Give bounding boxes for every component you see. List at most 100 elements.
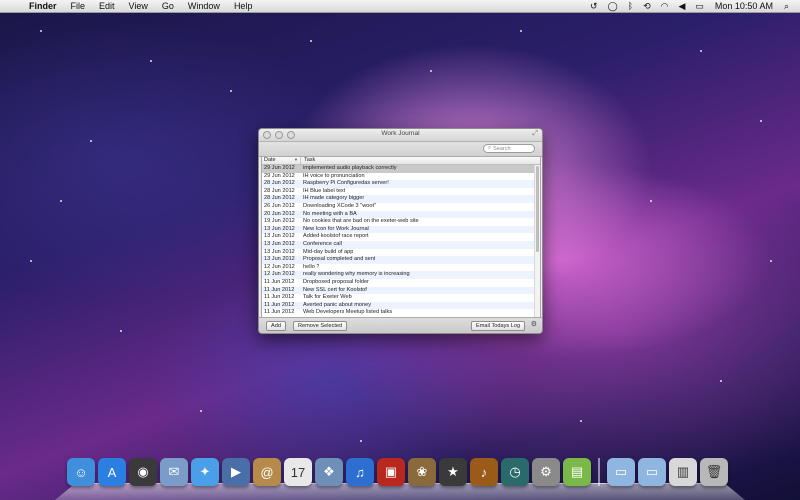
row-task: Talk for Exeter Web xyxy=(303,294,352,301)
table-row[interactable]: 28 Jun 2012 IH made category bigger xyxy=(262,195,540,203)
downloads-stack-icon[interactable]: ▥ xyxy=(669,458,697,486)
column-header-task[interactable]: Task xyxy=(301,157,315,164)
row-task: Conference call xyxy=(303,240,342,247)
row-date: 11 Jun 2012 xyxy=(264,309,295,316)
table-header: Date ▼ Task xyxy=(262,157,540,165)
iphoto-icon[interactable]: ❀ xyxy=(408,458,436,486)
add-button[interactable]: Add xyxy=(266,321,286,331)
vertical-scrollbar[interactable] xyxy=(534,165,540,317)
app-store-icon[interactable]: A xyxy=(98,458,126,486)
row-task: IH voice to pronunciation xyxy=(303,172,365,179)
menu-edit[interactable]: Edit xyxy=(92,1,122,11)
row-date: 12 Jun 2012 xyxy=(264,263,295,270)
itunes-icon[interactable]: ♫ xyxy=(346,458,374,486)
table-row[interactable]: 12 Jun 2012 hello ? xyxy=(262,264,540,272)
dashboard-icon[interactable]: ◉ xyxy=(129,458,157,486)
row-date: 13 Jun 2012 xyxy=(264,233,295,240)
row-date: 12 Jun 2012 xyxy=(264,271,295,278)
menu-clock[interactable]: Mon 10:50 AM xyxy=(709,1,779,11)
table-row[interactable]: 13 Jun 2012 Proposal completed and sent xyxy=(262,256,540,264)
menu-help[interactable]: Help xyxy=(227,1,260,11)
imovie-icon[interactable]: ★ xyxy=(439,458,467,486)
bluetooth-icon[interactable]: ᛒ xyxy=(623,1,638,11)
table-row[interactable]: 20 Jun 2012 No meeting with a BA xyxy=(262,210,540,219)
row-date: 11 Jun 2012 xyxy=(264,286,295,293)
table-row[interactable]: 13 Jun 2012 Mid-day build of app xyxy=(262,249,540,257)
finder-icon[interactable]: ☺ xyxy=(67,458,95,486)
dock-separator xyxy=(598,458,600,486)
table-row[interactable]: 13 Jun 2012 Conference call xyxy=(262,240,540,249)
email-todays-log-button[interactable]: Email Todays Log xyxy=(471,321,526,331)
row-task: really wondering why memory is increasin… xyxy=(303,271,410,278)
sort-descending-icon: ▼ xyxy=(294,157,298,162)
work-journal-icon[interactable]: ▤ xyxy=(563,458,591,486)
row-task: Raspberry Pi Configuredas server! xyxy=(303,180,389,187)
row-task: Proposal completed and sent xyxy=(303,256,376,263)
table-row[interactable]: 11 Jun 2012 Dropboxed proposal folder xyxy=(262,279,540,287)
table-row[interactable]: 11 Jun 2012 Averted panic about money xyxy=(262,301,540,310)
volume-icon[interactable]: ◀ xyxy=(673,1,690,12)
row-task: IH Blue label text xyxy=(303,187,346,194)
applications-folder-icon[interactable]: ▭ xyxy=(607,458,635,486)
preview-icon[interactable]: ❖ xyxy=(315,458,343,486)
row-task: Mid-day build of app xyxy=(303,248,354,255)
table-row[interactable]: 28 Jun 2012 Raspberry Pi Configuredas ser… xyxy=(262,180,540,188)
window-titlebar[interactable]: Work Journal ⤢ xyxy=(259,129,542,142)
table-row[interactable]: 11 Jun 2012 Web Developers Meetup listed … xyxy=(262,309,540,317)
wifi-icon[interactable]: ◠ xyxy=(656,1,674,12)
row-date: 13 Jun 2012 xyxy=(264,248,295,255)
table-row[interactable]: 13 Jun 2012 Added koolstof race report xyxy=(262,233,540,241)
menu-go[interactable]: Go xyxy=(155,1,181,11)
table-row[interactable]: 28 Jun 2012 IH Blue label text xyxy=(262,188,540,196)
row-task: implemented audio playback correctly xyxy=(303,165,397,171)
time-machine-icon[interactable]: ↺ xyxy=(585,1,603,12)
column-header-date[interactable]: Date ▼ xyxy=(262,157,301,164)
table-row[interactable]: 29 Jun 2012 implemented audio playback co… xyxy=(262,165,540,173)
time-machine-icon[interactable]: ◷ xyxy=(501,458,529,486)
menu-view[interactable]: View xyxy=(122,1,155,11)
row-task: Downloading XCode 3 "woot" xyxy=(303,202,377,209)
menu-app-name[interactable]: Finder xyxy=(22,1,64,11)
work-journal-window: Work Journal ⤢ ⌕ Search Date ▼ Task 29 J… xyxy=(258,128,543,334)
search-input[interactable]: ⌕ Search xyxy=(483,144,535,153)
table-row[interactable]: 11 Jun 2012 New SSL cert for Koolstof xyxy=(262,286,540,295)
garageband-icon[interactable]: ♪ xyxy=(470,458,498,486)
row-task: Web Developers Meetup listed talks xyxy=(303,309,393,316)
mail-icon[interactable]: ✉ xyxy=(160,458,188,486)
safari-icon[interactable]: ✦ xyxy=(191,458,219,486)
scrollbar-thumb[interactable] xyxy=(536,166,539,252)
table-row[interactable]: 11 Jun 2012 Talk for Exeter Web xyxy=(262,294,540,302)
address-book-icon[interactable]: @ xyxy=(253,458,281,486)
menu-window[interactable]: Window xyxy=(181,1,227,11)
gear-icon[interactable]: ⚙ xyxy=(531,321,537,329)
sync-icon[interactable]: ⟲ xyxy=(638,1,656,12)
photo-booth-icon[interactable]: ▣ xyxy=(377,458,405,486)
system-preferences-icon[interactable]: ⚙ xyxy=(532,458,560,486)
table-body: 29 Jun 2012 implemented audio playback co… xyxy=(262,165,540,317)
table-row[interactable]: 26 Jun 2012 Downloading XCode 3 "woot" xyxy=(262,203,540,211)
fullscreen-icon[interactable]: ⤢ xyxy=(532,130,538,138)
spotlight-search-icon[interactable]: ⌕ xyxy=(779,1,794,12)
row-date: 11 Jun 2012 xyxy=(264,278,295,285)
table-row[interactable]: 12 Jun 2012 really wondering why memory i… xyxy=(262,271,540,279)
journal-table[interactable]: Date ▼ Task 29 Jun 2012 implemented audio… xyxy=(261,156,541,318)
row-date: 28 Jun 2012 xyxy=(264,180,295,187)
row-date: 19 Jun 2012 xyxy=(264,218,295,225)
menu-bar: Finder File Edit View Go Window Help ↺ ◯… xyxy=(0,0,800,13)
ical-icon[interactable]: 17 xyxy=(284,458,312,486)
table-row[interactable]: 29 Jun 2012 IH voice to pronunciation xyxy=(262,173,540,181)
menu-file[interactable]: File xyxy=(64,1,93,11)
table-row[interactable]: 13 Jun 2012 New Icon for Work Journal xyxy=(262,225,540,234)
row-task: No cookies that are bad on the exeter-we… xyxy=(303,218,419,225)
row-date: 28 Jun 2012 xyxy=(264,195,295,202)
dock-items: ☺ A ◉ ✉ ✦ ▶ @17 ❖ ♫ ▣ ❀ ★ ♪ ◷ ⚙ ▤ ▭ ▭ ▥ 🗑 xyxy=(67,458,728,486)
facetime-icon[interactable]: ▶ xyxy=(222,458,250,486)
battery-icon[interactable]: ▭ xyxy=(690,1,709,12)
remove-selected-button[interactable]: Remove Selected xyxy=(293,321,348,331)
window-toolbar: ⌕ Search xyxy=(259,142,542,157)
trash-icon[interactable]: 🗑 xyxy=(700,458,728,486)
messages-icon[interactable]: ◯ xyxy=(603,1,623,12)
documents-folder-icon[interactable]: ▭ xyxy=(638,458,666,486)
search-icon: ⌕ xyxy=(488,145,492,151)
table-row[interactable]: 19 Jun 2012 No cookies that are bad on th… xyxy=(262,218,540,226)
